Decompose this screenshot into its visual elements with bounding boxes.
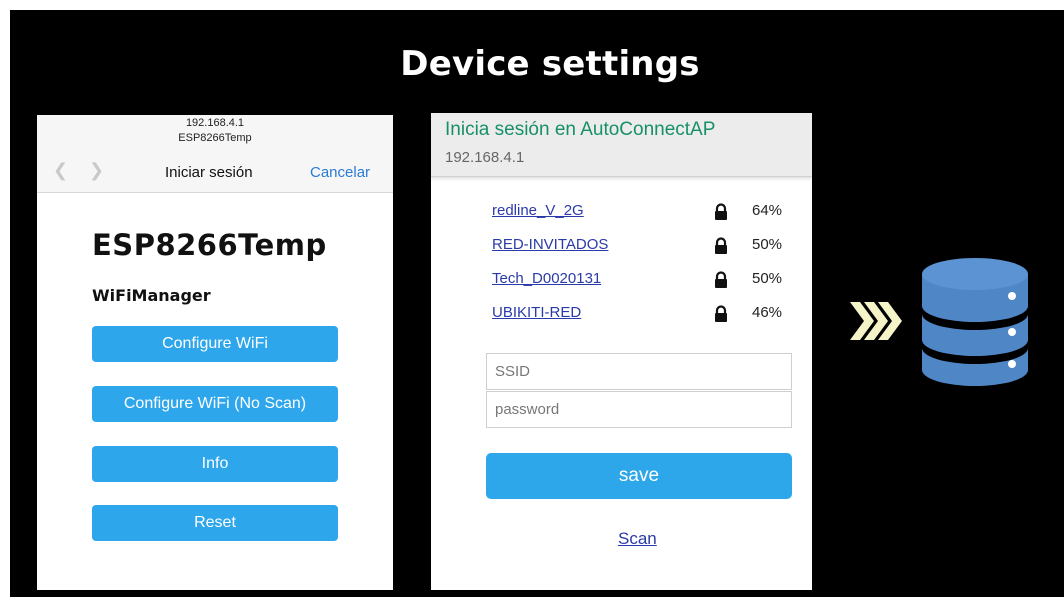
- network-row[interactable]: RED-INVITADOS 50%: [492, 236, 792, 258]
- scan-link[interactable]: Scan: [618, 529, 657, 549]
- password-input[interactable]: password: [486, 391, 792, 428]
- lock-icon: [715, 237, 727, 254]
- browser-header: 192.168.4.1 ESP8266Temp ❮ ❯ Iniciar sesi…: [37, 115, 393, 193]
- network-signal: 50%: [752, 270, 783, 287]
- reset-button[interactable]: Reset: [92, 505, 338, 541]
- wifimanager-subheading: WiFiManager: [92, 286, 211, 305]
- network-signal: 64%: [752, 202, 783, 219]
- network-signal: 46%: [752, 304, 783, 321]
- lock-icon: [715, 305, 727, 322]
- network-row[interactable]: redline_V_2G 64%: [492, 202, 792, 224]
- triple-chevron-right-icon: [850, 302, 902, 340]
- autoconnect-title: Inicia sesión en AutoConnectAP: [445, 119, 716, 140]
- lock-icon: [715, 271, 727, 288]
- configure-wifi-no-scan-button[interactable]: Configure WiFi (No Scan): [92, 386, 338, 422]
- slide-title: Device settings: [400, 44, 700, 84]
- autoconnect-screen: Inicia sesión en AutoConnectAP 192.168.4…: [431, 113, 812, 590]
- ssid-input[interactable]: SSID: [486, 353, 792, 390]
- info-button[interactable]: Info: [92, 446, 338, 482]
- autoconnect-ip: 192.168.4.1: [445, 149, 525, 166]
- database-icon: [922, 258, 1028, 386]
- network-signal: 50%: [752, 236, 783, 253]
- network-row[interactable]: Tech_D0020131 50%: [492, 270, 792, 292]
- cancel-button[interactable]: Cancelar: [310, 164, 370, 181]
- network-row[interactable]: UBIKITI-RED 46%: [492, 304, 792, 326]
- network-ssid-link[interactable]: RED-INVITADOS: [492, 236, 608, 253]
- chevron-left-icon[interactable]: ❮: [53, 160, 68, 181]
- login-title: Iniciar sesión: [165, 164, 253, 181]
- autoconnect-header: Inicia sesión en AutoConnectAP 192.168.4…: [431, 113, 812, 177]
- device-heading: ESP8266Temp: [92, 228, 327, 262]
- network-ssid-link[interactable]: UBIKITI-RED: [492, 304, 581, 321]
- network-ssid-link[interactable]: Tech_D0020131: [492, 270, 601, 287]
- wifimanager-screen: 192.168.4.1 ESP8266Temp ❮ ❯ Iniciar sesi…: [37, 115, 393, 590]
- configure-wifi-button[interactable]: Configure WiFi: [92, 326, 338, 362]
- network-ssid-link[interactable]: redline_V_2G: [492, 202, 584, 219]
- header-device-name: ESP8266Temp: [178, 132, 252, 144]
- chevron-right-icon[interactable]: ❯: [89, 160, 104, 181]
- save-button[interactable]: save: [486, 453, 792, 499]
- lock-icon: [715, 203, 727, 220]
- header-ip-address: 192.168.4.1: [185, 117, 245, 129]
